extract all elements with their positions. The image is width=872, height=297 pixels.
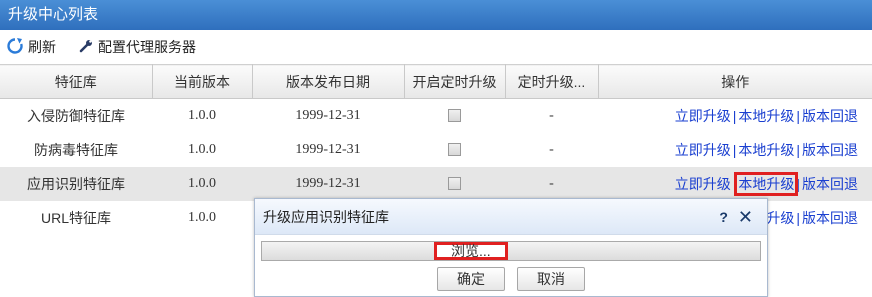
refresh-label: 刷新 — [28, 39, 56, 55]
action-separator: | — [796, 107, 800, 124]
schedule-value: - — [549, 107, 554, 123]
row-actions: 立即升级 | 本地升级 | 版本回退 — [598, 166, 872, 201]
refresh-button[interactable]: 刷新 — [6, 37, 56, 58]
rollback-link[interactable]: 版本回退 — [802, 142, 858, 158]
signature-name: 防病毒特征库 — [34, 141, 118, 158]
upgrade-now-link[interactable]: 立即升级 — [675, 176, 731, 192]
upgrade-dialog: 升级应用识别特征库 ? ✕ 浏览... 确定 取消 — [254, 198, 768, 297]
schedule-value: - — [549, 141, 554, 157]
current-version: 1.0.0 — [188, 209, 216, 225]
local-upgrade-link[interactable]: 本地升级 — [738, 108, 794, 124]
release-date: 1999-12-31 — [295, 107, 361, 123]
row-actions: 立即升级 | 本地升级 | 版本回退 — [598, 133, 872, 167]
current-version: 1.0.0 — [188, 107, 216, 123]
release-date: 1999-12-31 — [295, 141, 361, 157]
help-button[interactable]: ? — [719, 209, 728, 225]
panel-title: 升级中心列表 — [0, 0, 872, 30]
action-separator: | — [732, 175, 737, 192]
action-separator: | — [732, 107, 737, 124]
action-separator: | — [796, 141, 800, 158]
signature-name: 入侵防御特征库 — [27, 107, 125, 124]
action-separator: | — [732, 141, 737, 158]
toolbar: 刷新 配置代理服务器 — [0, 30, 872, 64]
action-separator: | — [796, 175, 800, 192]
configure-proxy-label: 配置代理服务器 — [98, 39, 196, 55]
column-header-signature-db[interactable]: 特征库 — [0, 64, 153, 99]
table-header: 特征库 当前版本 版本发布日期 开启定时升级 定时升级... 操作 — [0, 64, 872, 99]
schedule-value: - — [505, 166, 598, 201]
upgrade-now-link[interactable]: 立即升级 — [675, 142, 731, 158]
dialog-header[interactable]: 升级应用识别特征库 ? ✕ — [255, 199, 767, 235]
signature-name: URL特征库 — [40, 209, 111, 226]
rollback-link[interactable]: 版本回退 — [802, 176, 858, 192]
wrench-icon — [78, 38, 94, 57]
local-upgrade-link[interactable]: 本地升级 — [738, 142, 794, 158]
signature-name: 应用识别特征库 — [0, 166, 152, 201]
schedule-checkbox[interactable] — [448, 176, 461, 190]
column-header-release-date[interactable]: 版本发布日期 — [252, 64, 405, 99]
column-header-current-version[interactable]: 当前版本 — [152, 64, 253, 99]
dialog-title: 升级应用识别特征库 — [263, 208, 389, 225]
rollback-link[interactable]: 版本回退 — [802, 210, 858, 226]
schedule-checkbox[interactable] — [448, 142, 461, 156]
rollback-link[interactable]: 版本回退 — [802, 108, 858, 124]
dialog-buttons: 确定 取消 — [255, 267, 767, 291]
column-header-enable-schedule[interactable]: 开启定时升级 — [404, 64, 506, 99]
column-header-actions: 操作 — [598, 64, 872, 99]
ok-button[interactable]: 确定 — [437, 267, 505, 291]
refresh-icon — [6, 37, 24, 58]
release-date: 1999-12-31 — [252, 166, 404, 201]
upgrade-partial-link[interactable]: 升级 — [766, 210, 794, 226]
column-header-schedule[interactable]: 定时升级... — [505, 64, 599, 99]
configure-proxy-button[interactable]: 配置代理服务器 — [78, 37, 196, 57]
local-upgrade-link[interactable]: 本地升级 — [734, 171, 799, 196]
action-separator: | — [796, 209, 800, 226]
cancel-button[interactable]: 取消 — [517, 267, 585, 291]
current-version: 1.0.0 — [152, 166, 252, 201]
close-icon[interactable]: ✕ — [738, 208, 753, 226]
file-input[interactable]: 浏览... — [261, 241, 761, 261]
table-row-selected[interactable]: 应用识别特征库 1.0.0 1999-12-31 - 立即升级 | 本地升级 | 版本回… — [0, 166, 872, 201]
browse-button[interactable]: 浏览... — [434, 242, 508, 260]
row-actions: 立即升级 | 本地升级 | 版本回退 — [598, 99, 872, 133]
table-row[interactable]: 入侵防御特征库 1.0.0 1999-12-31 - 立即升级 | 本地升级 | 版本回… — [0, 99, 872, 133]
upgrade-now-link[interactable]: 立即升级 — [675, 108, 731, 124]
current-version: 1.0.0 — [188, 141, 216, 157]
schedule-checkbox[interactable] — [448, 109, 461, 123]
table-row[interactable]: 防病毒特征库 1.0.0 1999-12-31 - 立即升级 | 本地升级 | 版本回退 — [0, 133, 872, 167]
